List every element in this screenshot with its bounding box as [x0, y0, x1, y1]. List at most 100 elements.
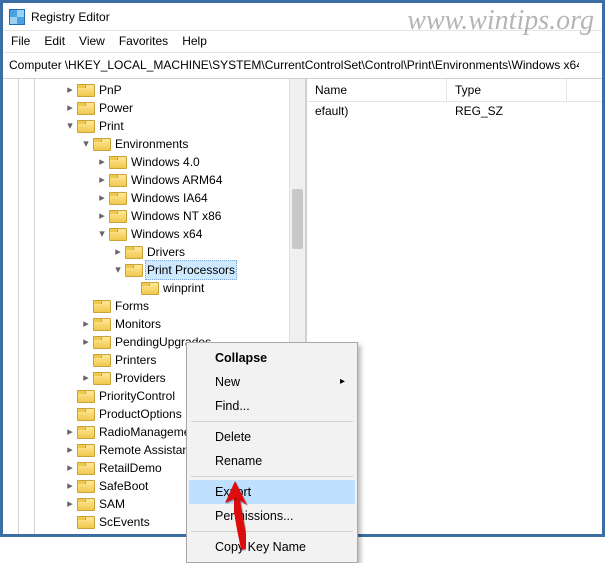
- tree-node-win40[interactable]: ▸ Windows 4.0: [95, 153, 305, 171]
- expander-none: ▸: [79, 297, 93, 315]
- chevron-right-icon[interactable]: ▸: [63, 441, 77, 459]
- tree-label-selected: Print Processors: [145, 260, 237, 280]
- folder-icon: [77, 390, 93, 403]
- tree-label: Environments: [113, 135, 190, 153]
- expander-none: ▸: [63, 531, 77, 534]
- app-title: Registry Editor: [31, 10, 110, 24]
- chevron-right-icon[interactable]: ▸: [63, 459, 77, 477]
- folder-icon: [77, 462, 93, 475]
- tree-label: Windows x64: [129, 225, 204, 243]
- folder-icon: [109, 174, 125, 187]
- chevron-right-icon[interactable]: ▸: [111, 243, 125, 261]
- chevron-right-icon[interactable]: ▸: [79, 369, 93, 387]
- chevron-right-icon[interactable]: ▸: [63, 495, 77, 513]
- ctx-new[interactable]: New ▸: [189, 370, 355, 394]
- folder-icon: [109, 228, 125, 241]
- tree-node-winntx86[interactable]: ▸ Windows NT x86: [95, 207, 305, 225]
- column-type[interactable]: Type: [447, 79, 567, 101]
- chevron-right-icon[interactable]: ▸: [63, 99, 77, 117]
- tree-label: ProductOptions: [97, 405, 184, 423]
- context-menu: Collapse New ▸ Find... Delete Rename Exp…: [186, 342, 358, 563]
- expander-none: ▸: [63, 387, 77, 405]
- menu-help[interactable]: Help: [182, 34, 207, 48]
- chevron-right-icon[interactable]: ▸: [95, 171, 109, 189]
- address-bar: Computer: [3, 53, 602, 79]
- tree-label: Drivers: [145, 243, 187, 261]
- tree-label: Windows ARM64: [129, 171, 224, 189]
- tree-node-winx64[interactable]: ▾ Windows x64: [95, 225, 305, 243]
- ctx-find[interactable]: Find...: [189, 394, 355, 418]
- expander-none: ▸: [79, 351, 93, 369]
- chevron-down-icon[interactable]: ▾: [63, 117, 77, 135]
- folder-icon: [77, 516, 93, 529]
- tree-node-winprint[interactable]: ▸ winprint: [127, 279, 305, 297]
- tree-label: ScEvents: [97, 513, 152, 531]
- tree-node-pnp[interactable]: ▸ PnP: [63, 81, 305, 99]
- ctx-copykeyname[interactable]: Copy Key Name: [189, 535, 355, 559]
- chevron-right-icon[interactable]: ▸: [79, 333, 93, 351]
- folder-icon: [77, 534, 93, 535]
- tree-node-environments[interactable]: ▾ Environments: [79, 135, 305, 153]
- tree-label: Windows 4.0: [129, 153, 202, 171]
- folder-icon: [109, 192, 125, 205]
- chevron-down-icon[interactable]: ▾: [95, 225, 109, 243]
- tree-label: winprint: [161, 279, 206, 297]
- ctx-new-label: New: [215, 375, 240, 389]
- tree-label: RetailDemo: [97, 459, 164, 477]
- tree-label: Forms: [113, 297, 151, 315]
- tree-label: Power: [97, 99, 135, 117]
- chevron-right-icon[interactable]: ▸: [63, 81, 77, 99]
- tree-node-monitors[interactable]: ▸ Monitors: [79, 315, 305, 333]
- chevron-down-icon[interactable]: ▾: [111, 261, 125, 279]
- tree-label: Providers: [113, 369, 168, 387]
- scrollbar-thumb[interactable]: [292, 189, 303, 249]
- tree-label: SafeBoot: [97, 477, 150, 495]
- ctx-separator: [191, 476, 353, 477]
- ctx-rename[interactable]: Rename: [189, 449, 355, 473]
- tree-node-forms[interactable]: ▸ Forms: [79, 297, 305, 315]
- list-header: Name Type: [307, 79, 602, 102]
- chevron-right-icon[interactable]: ▸: [63, 477, 77, 495]
- menu-favorites[interactable]: Favorites: [119, 34, 168, 48]
- address-label: Computer: [9, 58, 62, 72]
- ctx-export[interactable]: Export: [189, 480, 355, 504]
- folder-icon: [93, 336, 109, 349]
- tree-label: Windows NT x86: [129, 207, 223, 225]
- cell-type: REG_SZ: [447, 104, 567, 118]
- column-name[interactable]: Name: [307, 79, 447, 101]
- chevron-down-icon[interactable]: ▾: [79, 135, 93, 153]
- chevron-right-icon[interactable]: ▸: [95, 189, 109, 207]
- expander-none: ▸: [63, 405, 77, 423]
- tree-label: PnP: [97, 81, 124, 99]
- tree-label: Printers: [113, 351, 158, 369]
- chevron-right-icon[interactable]: ▸: [95, 153, 109, 171]
- menu-edit[interactable]: Edit: [44, 34, 65, 48]
- tree-node-drivers[interactable]: ▸ Drivers: [111, 243, 305, 261]
- tree-node-printprocessors[interactable]: ▾ Print Processors: [111, 261, 305, 279]
- ctx-permissions[interactable]: Permissions...: [189, 504, 355, 528]
- folder-icon: [93, 354, 109, 367]
- tree-node-winia64[interactable]: ▸ Windows IA64: [95, 189, 305, 207]
- cell-name: efault): [307, 104, 447, 118]
- ctx-delete[interactable]: Delete: [189, 425, 355, 449]
- tree-node-winarm64[interactable]: ▸ Windows ARM64: [95, 171, 305, 189]
- tree-node-print[interactable]: ▾ Print: [63, 117, 305, 135]
- tree-label: Print: [97, 117, 126, 135]
- chevron-right-icon[interactable]: ▸: [63, 423, 77, 441]
- folder-icon: [93, 138, 109, 151]
- folder-icon: [93, 372, 109, 385]
- list-row[interactable]: efault) REG_SZ: [307, 102, 602, 120]
- folder-icon: [109, 210, 125, 223]
- chevron-right-icon[interactable]: ▸: [79, 315, 93, 333]
- title-bar: Registry Editor: [3, 3, 602, 31]
- menu-view[interactable]: View: [79, 34, 105, 48]
- tree-label: Monitors: [113, 315, 163, 333]
- chevron-right-icon[interactable]: ▸: [95, 207, 109, 225]
- folder-icon: [93, 300, 109, 313]
- address-input[interactable]: [62, 56, 582, 74]
- ctx-separator: [191, 531, 353, 532]
- ctx-collapse[interactable]: Collapse: [189, 346, 355, 370]
- menu-file[interactable]: File: [11, 34, 30, 48]
- submenu-arrow-icon: ▸: [340, 376, 345, 387]
- tree-node-power[interactable]: ▸ Power: [63, 99, 305, 117]
